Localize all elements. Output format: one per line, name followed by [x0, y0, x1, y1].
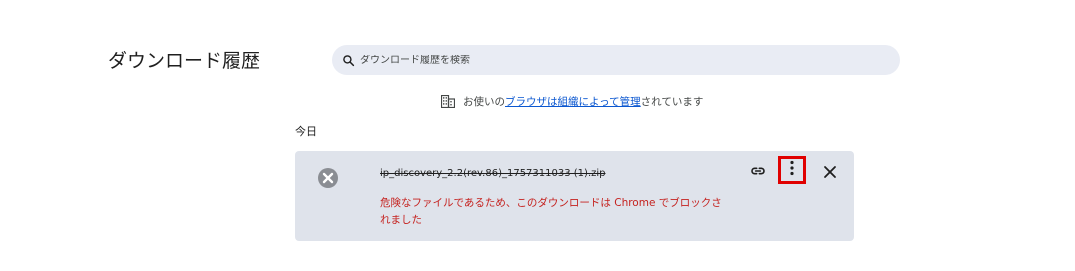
managed-notice-suffix: されています: [640, 96, 704, 108]
link-icon: [750, 163, 766, 183]
blocked-x-icon: [317, 167, 339, 189]
remove-button[interactable]: [818, 161, 842, 185]
search-icon: [341, 53, 355, 67]
more-actions-button[interactable]: [778, 156, 806, 184]
close-icon: [823, 164, 837, 183]
managed-browser-link[interactable]: ブラウザは組織によって管理: [505, 94, 641, 109]
date-header: 今日: [295, 125, 317, 138]
managed-notice-prefix: お使いの: [463, 96, 505, 108]
page-title: ダウンロード履歴: [108, 50, 261, 72]
managed-notice: お使いの ブラウザは組織によって管理 されています: [441, 94, 703, 109]
download-item: ip_discovery_2.2(rev.86)_1757311033 (1).…: [295, 151, 854, 241]
file-name: ip_discovery_2.2(rev.86)_1757311033 (1).…: [380, 168, 606, 179]
copy-link-button[interactable]: [746, 161, 770, 185]
search-input[interactable]: [360, 54, 880, 66]
search-box[interactable]: [332, 45, 900, 75]
danger-message: 危険なファイルであるため、このダウンロードは Chrome でブロックされました: [380, 197, 722, 226]
building-icon: [441, 95, 455, 108]
more-vert-icon: [789, 160, 795, 180]
